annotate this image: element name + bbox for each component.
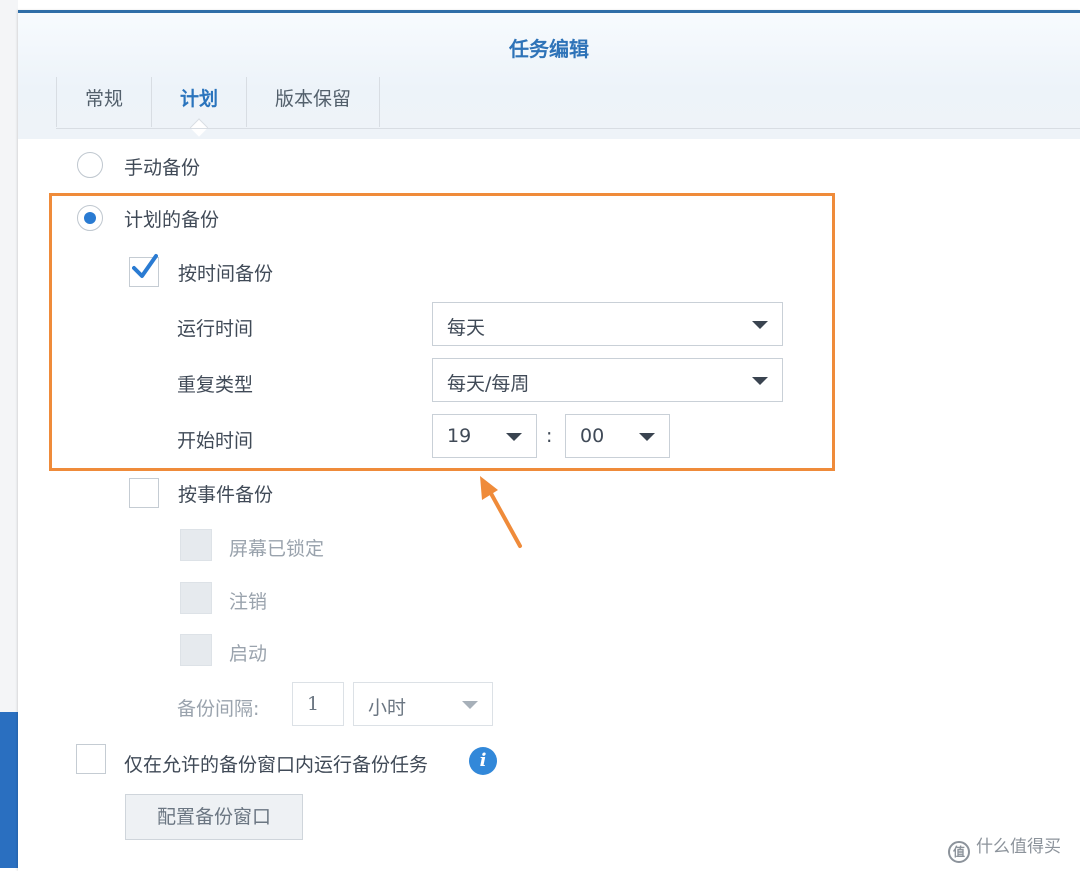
background-desktop bbox=[0, 712, 18, 868]
backup-window-label: 仅在允许的备份窗口内运行备份任务 bbox=[124, 754, 429, 776]
watermark-logo-icon: 值 bbox=[948, 841, 970, 863]
backup-interval-input[interactable]: 1 bbox=[292, 682, 344, 726]
info-icon[interactable]: i bbox=[469, 747, 497, 775]
backup-interval-unit-select[interactable]: 小时 bbox=[353, 682, 493, 726]
screen-locked-label: 屏幕已锁定 bbox=[229, 538, 325, 560]
configure-backup-window-button[interactable]: 配置备份窗口 bbox=[125, 794, 303, 840]
by-event-checkbox[interactable] bbox=[129, 478, 159, 508]
watermark-text: 什么值得买 bbox=[976, 837, 1061, 857]
manual-backup-radio[interactable] bbox=[77, 152, 103, 178]
tab-divider bbox=[56, 128, 1080, 129]
watermark: 值什么值得买 bbox=[948, 832, 1061, 863]
highlight-box bbox=[49, 193, 835, 471]
tab-version-retention[interactable]: 版本保留 bbox=[247, 77, 381, 127]
backup-interval-value: 1 bbox=[307, 693, 320, 715]
tab-bar: 常规 计划 版本保留 bbox=[56, 77, 381, 129]
dialog-title: 任务编辑 bbox=[509, 37, 589, 61]
manual-backup-label: 手动备份 bbox=[124, 157, 201, 179]
dialog-header: 任务编辑 常规 计划 版本保留 bbox=[18, 13, 1080, 139]
screen-locked-checkbox[interactable] bbox=[180, 529, 212, 561]
startup-checkbox[interactable] bbox=[180, 634, 212, 666]
startup-label: 启动 bbox=[229, 643, 268, 665]
logout-label: 注销 bbox=[229, 591, 268, 613]
tab-general[interactable]: 常规 bbox=[56, 77, 153, 127]
tab-schedule[interactable]: 计划 bbox=[152, 77, 248, 127]
backup-interval-unit-value: 小时 bbox=[368, 697, 407, 719]
arrow-annotation-icon bbox=[480, 476, 522, 548]
backup-interval-label: 备份间隔: bbox=[177, 698, 260, 720]
backup-window-checkbox[interactable] bbox=[76, 744, 106, 774]
chevron-down-icon bbox=[462, 701, 478, 709]
by-event-label: 按事件备份 bbox=[178, 484, 274, 506]
logout-checkbox[interactable] bbox=[180, 582, 212, 614]
